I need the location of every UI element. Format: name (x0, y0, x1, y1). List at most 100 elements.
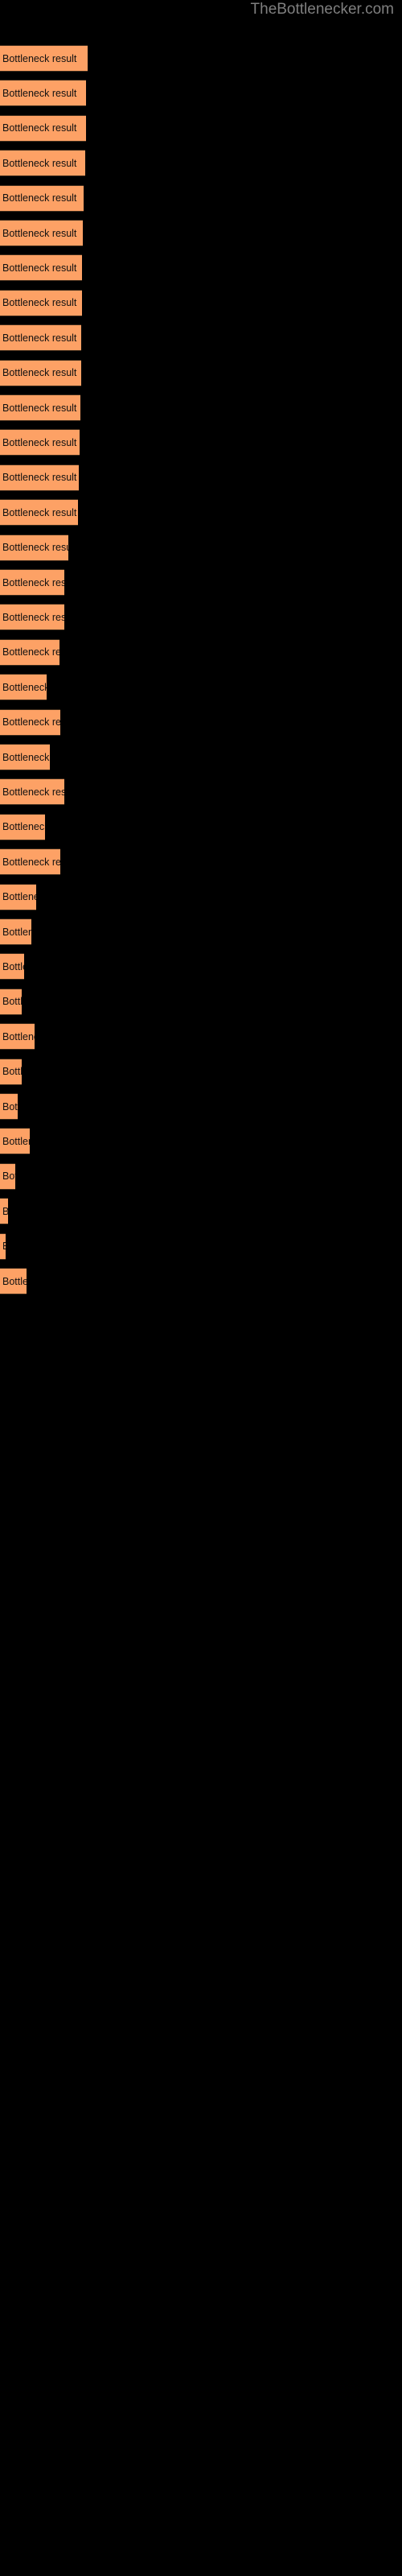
bar-row: Bottleneck result (0, 953, 402, 980)
bar-label: Bottleneck result (2, 366, 77, 378)
bar-row: Bottleneck result (0, 464, 402, 491)
bar-label: Bottleneck result (2, 611, 64, 623)
bar-row: Bottleneck result (0, 569, 402, 596)
bar-label: Bottleneck result (2, 227, 77, 239)
bar-bottleneck-result[interactable]: Bottleneck result (0, 499, 78, 526)
bar-bottleneck-result[interactable]: Bottleneck result (0, 394, 80, 421)
bar-bottleneck-result[interactable]: Bottleneck result (0, 674, 47, 701)
bar-row: Bottleneck result (0, 80, 402, 107)
bar-row: Bottleneck result (0, 1198, 402, 1225)
bar-bottleneck-result[interactable]: Bottleneck result (0, 1232, 6, 1260)
bar-bottleneck-result[interactable]: Bottleneck result (0, 45, 88, 72)
bar-bottleneck-result[interactable]: Bottleneck result (0, 80, 86, 107)
bar-bottleneck-result[interactable]: Bottleneck result (0, 429, 80, 456)
bar-bottleneck-result[interactable]: Bottleneck result (0, 883, 36, 910)
bar-bottleneck-result[interactable]: Bottleneck result (0, 604, 64, 631)
bottleneck-bar-chart: Bottleneck result Bottleneck result Bottle… (0, 0, 402, 2576)
bar-label: Bottleneck result (2, 681, 47, 693)
bar-bottleneck-result[interactable]: Bottleneck result (0, 1058, 22, 1085)
bar-bottleneck-result[interactable]: Bottleneck result (0, 114, 86, 142)
bar-row: Bottleneck result (0, 988, 402, 1015)
bar-bottleneck-result[interactable]: Bottleneck result (0, 848, 60, 876)
bar-row: Bottleneck result (0, 778, 402, 806)
bar-row: Bottleneck result (0, 1093, 402, 1120)
bar-label: Bottleneck result (2, 436, 77, 448)
bar-label: Bottleneck result (2, 821, 45, 833)
bar-bottleneck-result[interactable]: Bottleneck result (0, 638, 59, 666)
bar-label: Bottleneck result (2, 1100, 18, 1113)
bar-bottleneck-result[interactable]: Bottleneck result (0, 1023, 35, 1051)
bar-bottleneck-result[interactable]: Bottleneck result (0, 324, 81, 352)
bar-label: Bottleneck result (2, 192, 77, 204)
bar-row: Bottleneck result (0, 220, 402, 246)
bar-label: Bottleneck result (2, 856, 60, 868)
bar-bottleneck-result[interactable]: Bottleneck result (0, 150, 85, 177)
bar-row: Bottleneck result (0, 289, 402, 316)
bar-label: Bottleneck result (2, 506, 77, 518)
bar-row: Bottleneck result (0, 1058, 402, 1085)
bar-bottleneck-result[interactable]: Bottleneck result (0, 254, 82, 282)
bar-row: Bottleneck result (0, 499, 402, 526)
bar-label: Bottleneck result (2, 751, 50, 763)
bar-bottleneck-result[interactable]: Bottleneck result (0, 220, 83, 246)
bar-row: Bottleneck result (0, 744, 402, 770)
bar-label: Bottleneck result (2, 157, 77, 169)
bar-label: Bottleneck result (2, 297, 77, 309)
bar-row: Bottleneck result (0, 1023, 402, 1051)
bar-label: Bottleneck result (2, 1206, 8, 1216)
bar-row: Bottleneck result (0, 359, 402, 386)
bar-label: Bottleneck result (2, 332, 77, 344)
bar-bottleneck-result[interactable]: Bottleneck result (0, 813, 45, 840)
bar-label: Bottleneck result (2, 52, 77, 64)
bar-row: Bottleneck result (0, 324, 402, 352)
bar-row: Bottleneck result (0, 150, 402, 177)
bar-row: Bottleneck result (0, 919, 402, 945)
bar-bottleneck-result[interactable]: Bottleneck result (0, 919, 31, 945)
bar-label: Bottleneck result (2, 262, 77, 274)
bar-row: Bottleneck result (0, 114, 402, 142)
bar-label: Bottleneck result (2, 541, 68, 553)
bar-bottleneck-result[interactable]: Bottleneck result (0, 953, 24, 980)
bar-bottleneck-result[interactable]: Bottleneck result (0, 778, 64, 806)
bar-label: Bottleneck result (2, 890, 36, 902)
bar-label: Bottleneck result (2, 402, 77, 414)
bar-bottleneck-result[interactable]: Bottleneck result (0, 569, 64, 596)
bar-label: Bottleneck result (2, 1275, 27, 1287)
bar-label: Bottleneck result (2, 960, 24, 972)
bar-bottleneck-result[interactable]: Bottleneck result (0, 359, 81, 386)
bar-bottleneck-result[interactable]: Bottleneck result (0, 708, 60, 736)
bar-bottleneck-result[interactable]: Bottleneck result (0, 1268, 27, 1294)
bar-row: Bottleneck result (0, 638, 402, 666)
bar-row: Bottleneck result (0, 604, 402, 631)
bar-label: Bottleneck result (2, 87, 77, 99)
bar-row: Bottleneck result (0, 1268, 402, 1294)
bar-row: Bottleneck result (0, 883, 402, 910)
bar-label: Bottleneck result (2, 716, 60, 728)
bar-row: Bottleneck result (0, 674, 402, 701)
bar-row: Bottleneck result (0, 394, 402, 421)
bar-row: Bottleneck result (0, 184, 402, 212)
bar-label: Bottleneck result (2, 1170, 15, 1183)
bar-label: Bottleneck result (2, 1030, 35, 1042)
bar-bottleneck-result[interactable]: Bottleneck result (0, 1093, 18, 1120)
bar-label: Bottleneck result (2, 576, 64, 588)
bar-bottleneck-result[interactable]: Bottleneck result (0, 289, 82, 316)
bar-bottleneck-result[interactable]: Bottleneck result (0, 1162, 15, 1190)
bar-label: Bottleneck result (2, 1065, 22, 1077)
bar-label: Bottleneck result (2, 122, 77, 134)
bar-bottleneck-result[interactable]: Bottleneck result (0, 184, 84, 212)
bar-label: Bottleneck result (2, 926, 31, 938)
bar-bottleneck-result[interactable]: Bottleneck result (0, 464, 79, 491)
bar-bottleneck-result[interactable]: Bottleneck result (0, 1198, 8, 1225)
bar-label: Bottleneck result (2, 786, 64, 798)
bar-label: Bottleneck result (2, 1135, 30, 1147)
bar-label: Bottleneck result (2, 646, 59, 658)
bar-bottleneck-result[interactable]: Bottleneck result (0, 744, 50, 770)
bar-bottleneck-result[interactable]: Bottleneck result (0, 988, 22, 1015)
bar-bottleneck-result[interactable]: Bottleneck result (0, 1128, 30, 1155)
bar-row: Bottleneck result (0, 1232, 402, 1260)
bar-label: Bottleneck result (2, 996, 22, 1008)
bar-bottleneck-result[interactable]: Bottleneck result (0, 534, 68, 561)
bar-row: Bottleneck result (0, 708, 402, 736)
bar-row: Bottleneck result (0, 1128, 402, 1155)
